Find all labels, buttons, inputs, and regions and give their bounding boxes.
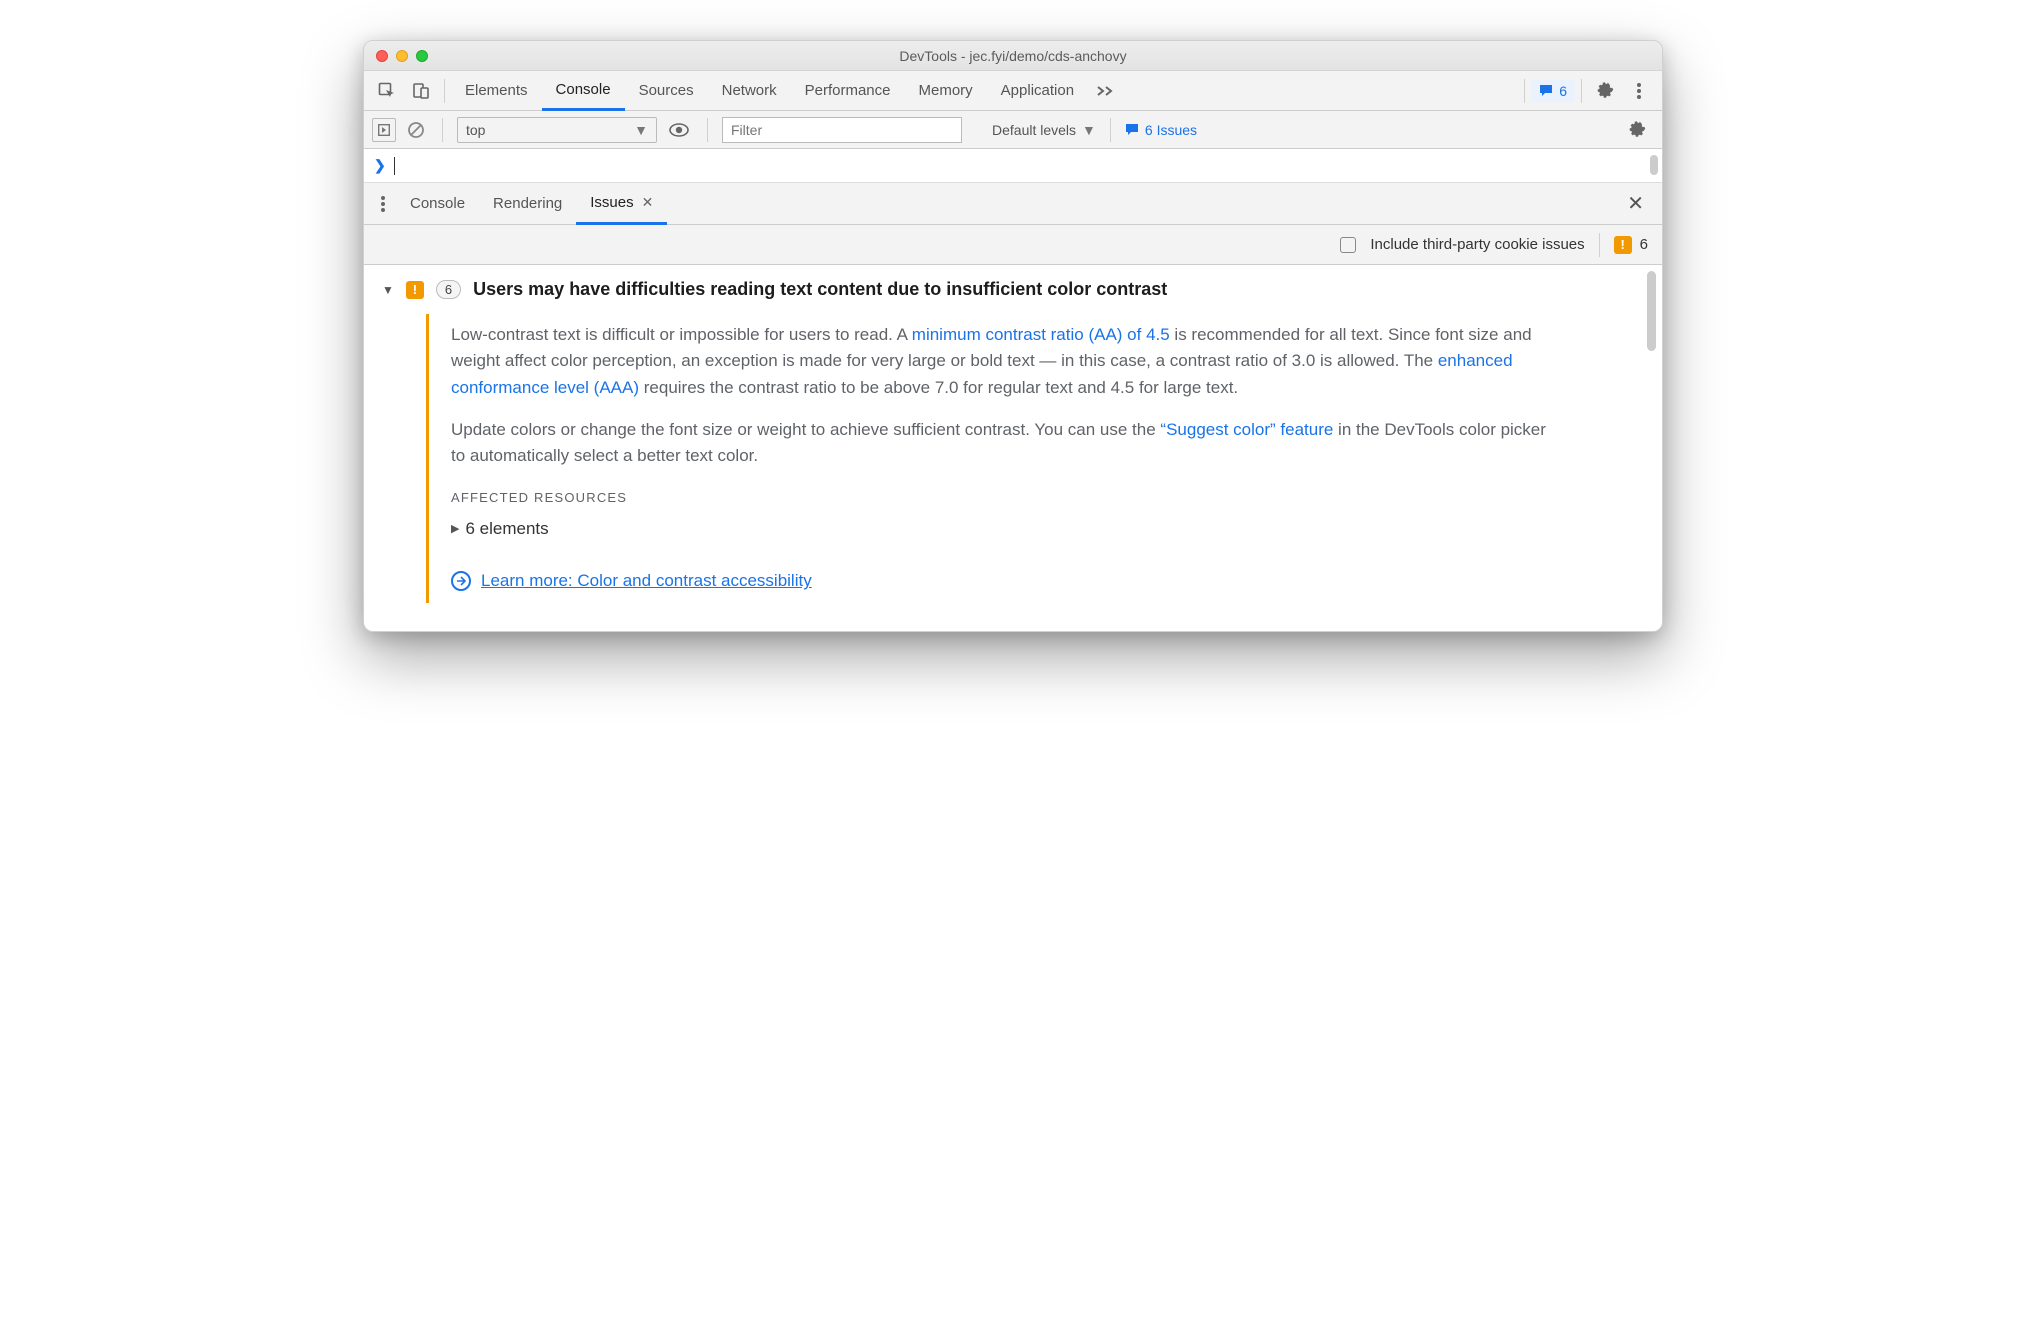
close-tab-icon[interactable]: ✕ <box>642 194 654 211</box>
settings-icon[interactable] <box>1588 71 1622 111</box>
separator <box>1524 79 1525 103</box>
tab-elements[interactable]: Elements <box>451 71 542 111</box>
issues-link[interactable]: 6 Issues <box>1125 122 1197 138</box>
tab-performance[interactable]: Performance <box>791 71 905 111</box>
titlebar: DevTools - jec.fyi/demo/cds-anchovy <box>364 41 1662 71</box>
main-tabstrip: Elements Console Sources Network Perform… <box>364 71 1662 111</box>
issue-paragraph-1: Low-contrast text is difficult or imposs… <box>451 322 1546 401</box>
filter-input[interactable] <box>722 117 962 143</box>
tab-application[interactable]: Application <box>987 71 1088 111</box>
tab-network[interactable]: Network <box>708 71 791 111</box>
affected-elements-label: 6 elements <box>465 516 548 542</box>
context-selector[interactable]: top ▼ <box>457 117 657 143</box>
external-link-icon <box>451 571 471 591</box>
link-suggest-color[interactable]: “Suggest color” feature <box>1160 420 1333 439</box>
chevron-down-icon: ▼ <box>634 122 648 138</box>
warning-icon: ! <box>1614 236 1632 254</box>
separator <box>707 118 708 142</box>
separator <box>1581 79 1582 103</box>
chat-icon <box>1539 84 1553 98</box>
console-toolbar: top ▼ Default levels ▼ 6 Issues <box>364 111 1662 149</box>
device-toggle-icon[interactable] <box>404 71 438 111</box>
issue-title: Users may have difficulties reading text… <box>473 279 1167 300</box>
chevron-down-icon: ▼ <box>1082 122 1096 138</box>
issue-count-pill: 6 <box>436 280 461 299</box>
context-value: top <box>466 122 485 138</box>
console-settings-icon[interactable] <box>1620 110 1654 150</box>
tab-console[interactable]: Console <box>542 71 625 111</box>
clear-console-icon[interactable] <box>404 121 428 139</box>
levels-label: Default levels <box>992 122 1076 138</box>
learn-more-link[interactable]: Learn more: Color and contrast accessibi… <box>481 568 812 594</box>
scrollbar-thumb[interactable] <box>1650 155 1658 175</box>
close-drawer-icon[interactable]: ✕ <box>1615 191 1656 216</box>
drawer-tabstrip: Console Rendering Issues ✕ ✕ <box>364 183 1662 225</box>
issue-paragraph-2: Update colors or change the font size or… <box>451 417 1546 470</box>
scrollbar-thumb[interactable] <box>1647 271 1656 351</box>
live-expression-icon[interactable] <box>665 123 693 137</box>
text-cursor <box>394 157 395 175</box>
collapse-icon: ▼ <box>382 283 394 297</box>
separator <box>442 118 443 142</box>
window-title: DevTools - jec.fyi/demo/cds-anchovy <box>364 48 1662 64</box>
affected-elements-row[interactable]: ▶ 6 elements <box>451 516 1546 542</box>
third-party-checkbox[interactable] <box>1340 237 1356 253</box>
third-party-label: Include third-party cookie issues <box>1370 236 1584 253</box>
more-menu-icon[interactable] <box>1622 71 1656 111</box>
warning-icon: ! <box>406 281 424 299</box>
issues-panel: ▼ ! 6 Users may have difficulties readin… <box>364 265 1662 631</box>
toggle-console-sidebar-icon[interactable] <box>372 118 396 142</box>
issue-body: Low-contrast text is difficult or imposs… <box>426 314 1556 603</box>
separator <box>1110 118 1111 142</box>
issues-badge-count: 6 <box>1559 83 1567 99</box>
tab-sources[interactable]: Sources <box>625 71 708 111</box>
issues-badge[interactable]: 6 <box>1531 80 1575 102</box>
total-issues-count: ! 6 <box>1614 236 1648 254</box>
drawer-tab-rendering[interactable]: Rendering <box>479 183 576 225</box>
log-levels-selector[interactable]: Default levels ▼ <box>992 122 1096 138</box>
drawer-tab-issues-label: Issues <box>590 194 633 211</box>
learn-more-row: Learn more: Color and contrast accessibi… <box>451 568 1546 594</box>
devtools-window: DevTools - jec.fyi/demo/cds-anchovy Elem… <box>363 40 1663 632</box>
inspect-element-icon[interactable] <box>370 71 404 111</box>
separator <box>1599 233 1600 257</box>
more-tabs-icon[interactable] <box>1088 71 1122 111</box>
tab-memory[interactable]: Memory <box>905 71 987 111</box>
issues-options-bar: Include third-party cookie issues ! 6 <box>364 225 1662 265</box>
drawer-tab-console[interactable]: Console <box>396 183 479 225</box>
link-min-contrast[interactable]: minimum contrast ratio (AA) of 4.5 <box>912 325 1170 344</box>
drawer-menu-icon[interactable] <box>370 196 396 212</box>
expand-icon: ▶ <box>451 521 459 538</box>
affected-resources-label: AFFECTED RESOURCES <box>451 488 1546 508</box>
drawer-tab-issues[interactable]: Issues ✕ <box>576 183 667 225</box>
separator <box>444 79 445 103</box>
prompt-caret-icon: ❯ <box>374 157 386 174</box>
chat-icon <box>1125 123 1139 137</box>
console-prompt[interactable]: ❯ <box>364 149 1662 183</box>
issue-header[interactable]: ▼ ! 6 Users may have difficulties readin… <box>382 279 1644 300</box>
issues-link-label: 6 Issues <box>1145 122 1197 138</box>
total-issues-value: 6 <box>1640 236 1648 253</box>
